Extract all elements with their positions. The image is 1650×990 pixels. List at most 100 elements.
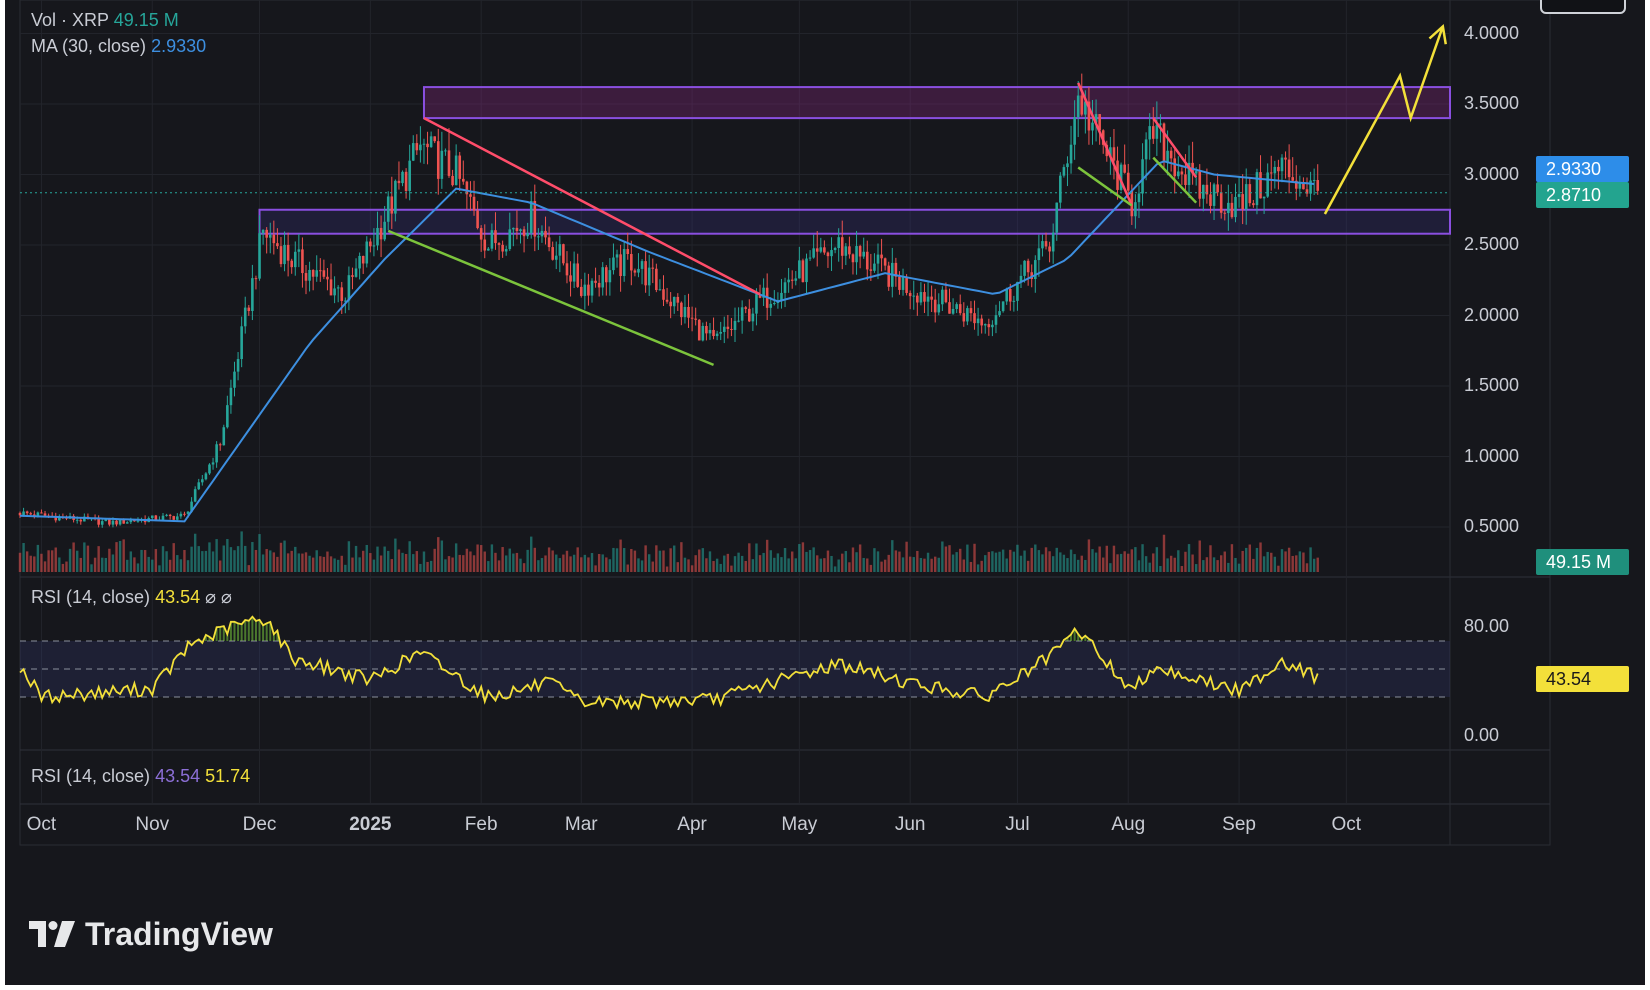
candle: [819, 247, 823, 252]
volume-bar: [898, 551, 901, 572]
candle: [497, 243, 501, 245]
candle: [916, 295, 919, 303]
tradingview-logo[interactable]: TradingView: [29, 916, 273, 952]
rsi-second-legend: RSI (14, close) 43.54 51.74: [31, 766, 250, 787]
chart-border: [19, 0, 1551, 846]
volume-bar: [315, 550, 318, 572]
volume-bar: [658, 550, 662, 572]
candle: [440, 150, 444, 179]
volume-bar: [1194, 564, 1198, 572]
volume-bar: [816, 555, 819, 572]
volume-bar: [640, 560, 644, 572]
volume-bar: [1237, 563, 1241, 572]
candle: [690, 317, 694, 319]
candle: [1212, 184, 1216, 206]
price-tick-label: 3.5000: [1464, 93, 1520, 113]
candle: [597, 282, 601, 288]
candle: [462, 178, 465, 182]
candle: [204, 473, 208, 480]
volume-bar: [1280, 549, 1284, 572]
volume-bar: [351, 557, 354, 572]
hide-indicator-icon-2[interactable]: ⌀: [221, 587, 232, 607]
hide-indicator-icon[interactable]: ⌀: [205, 587, 216, 607]
candle: [286, 244, 290, 261]
candle: [694, 318, 697, 320]
candle: [837, 237, 840, 249]
volume-bar: [547, 547, 551, 572]
volume-bar: [869, 564, 873, 572]
volume-bar: [18, 552, 22, 572]
volume-bar: [1159, 565, 1162, 572]
candle: [176, 516, 179, 520]
candle: [980, 318, 983, 326]
volume-bar: [615, 548, 619, 572]
volume-bar: [751, 559, 755, 572]
volume-bar: [1134, 547, 1137, 572]
chart-canvas[interactable]: [5, 0, 1645, 900]
volume-bar: [126, 559, 129, 572]
volume-bar: [176, 555, 179, 572]
candle: [444, 150, 447, 152]
volume-bar: [930, 558, 933, 572]
volume-bar: [708, 551, 712, 572]
candle: [562, 244, 565, 264]
volume-bar: [1305, 563, 1309, 572]
volume-bar: [201, 551, 204, 572]
volume-bar: [1270, 552, 1273, 572]
candle: [751, 313, 755, 322]
candle: [740, 307, 744, 321]
volume-bar: [962, 559, 965, 572]
currency-tag[interactable]: [1540, 0, 1626, 14]
candle: [851, 254, 855, 263]
volume-bar: [676, 562, 679, 572]
candle: [243, 307, 247, 327]
volume-bar: [479, 545, 483, 572]
candle: [676, 296, 680, 303]
volume-bar: [1119, 553, 1123, 572]
candle: [833, 248, 837, 251]
volume-bar: [1066, 558, 1069, 572]
volume-bar: [1205, 557, 1209, 572]
candle: [715, 333, 719, 337]
candle: [501, 244, 504, 252]
candle: [951, 308, 955, 314]
volume-bar: [208, 542, 211, 572]
volume-bar: [290, 550, 293, 572]
volume-bar: [587, 557, 590, 572]
volume-bar: [1266, 551, 1269, 572]
candle: [848, 246, 851, 255]
volume-bar: [769, 550, 772, 572]
volume-bar: [1137, 560, 1141, 572]
volume-bar: [311, 557, 315, 572]
candle: [1026, 260, 1030, 273]
candle: [1262, 196, 1266, 199]
volume-bar: [190, 546, 193, 572]
volume-bar: [1098, 546, 1101, 572]
volume-bar: [787, 558, 790, 572]
candle: [218, 444, 222, 446]
volume-bar: [519, 558, 522, 572]
volume-bar: [1069, 549, 1073, 572]
volume-bar: [1051, 556, 1055, 572]
rsi-value-tag: 43.54: [1536, 666, 1629, 692]
candle: [487, 248, 490, 251]
volume-bar: [1102, 557, 1105, 572]
candle: [558, 244, 562, 256]
volume-bar: [136, 563, 140, 572]
candle: [1169, 150, 1173, 159]
volume-bar: [948, 545, 951, 572]
volume-bar: [934, 556, 937, 572]
volume-bar: [512, 553, 515, 572]
candle: [1291, 177, 1294, 181]
time-tick-label: Sep: [1222, 814, 1256, 835]
volume-bar: [841, 553, 844, 572]
volume-bar: [47, 550, 50, 572]
volume-bar: [694, 555, 697, 572]
volume-bar: [447, 556, 451, 572]
candle: [962, 313, 966, 322]
volume-bar: [537, 560, 540, 572]
candle: [1041, 241, 1044, 249]
candle: [1066, 163, 1069, 168]
brand-name: TradingView: [85, 915, 273, 952]
volume-bar: [740, 555, 744, 572]
